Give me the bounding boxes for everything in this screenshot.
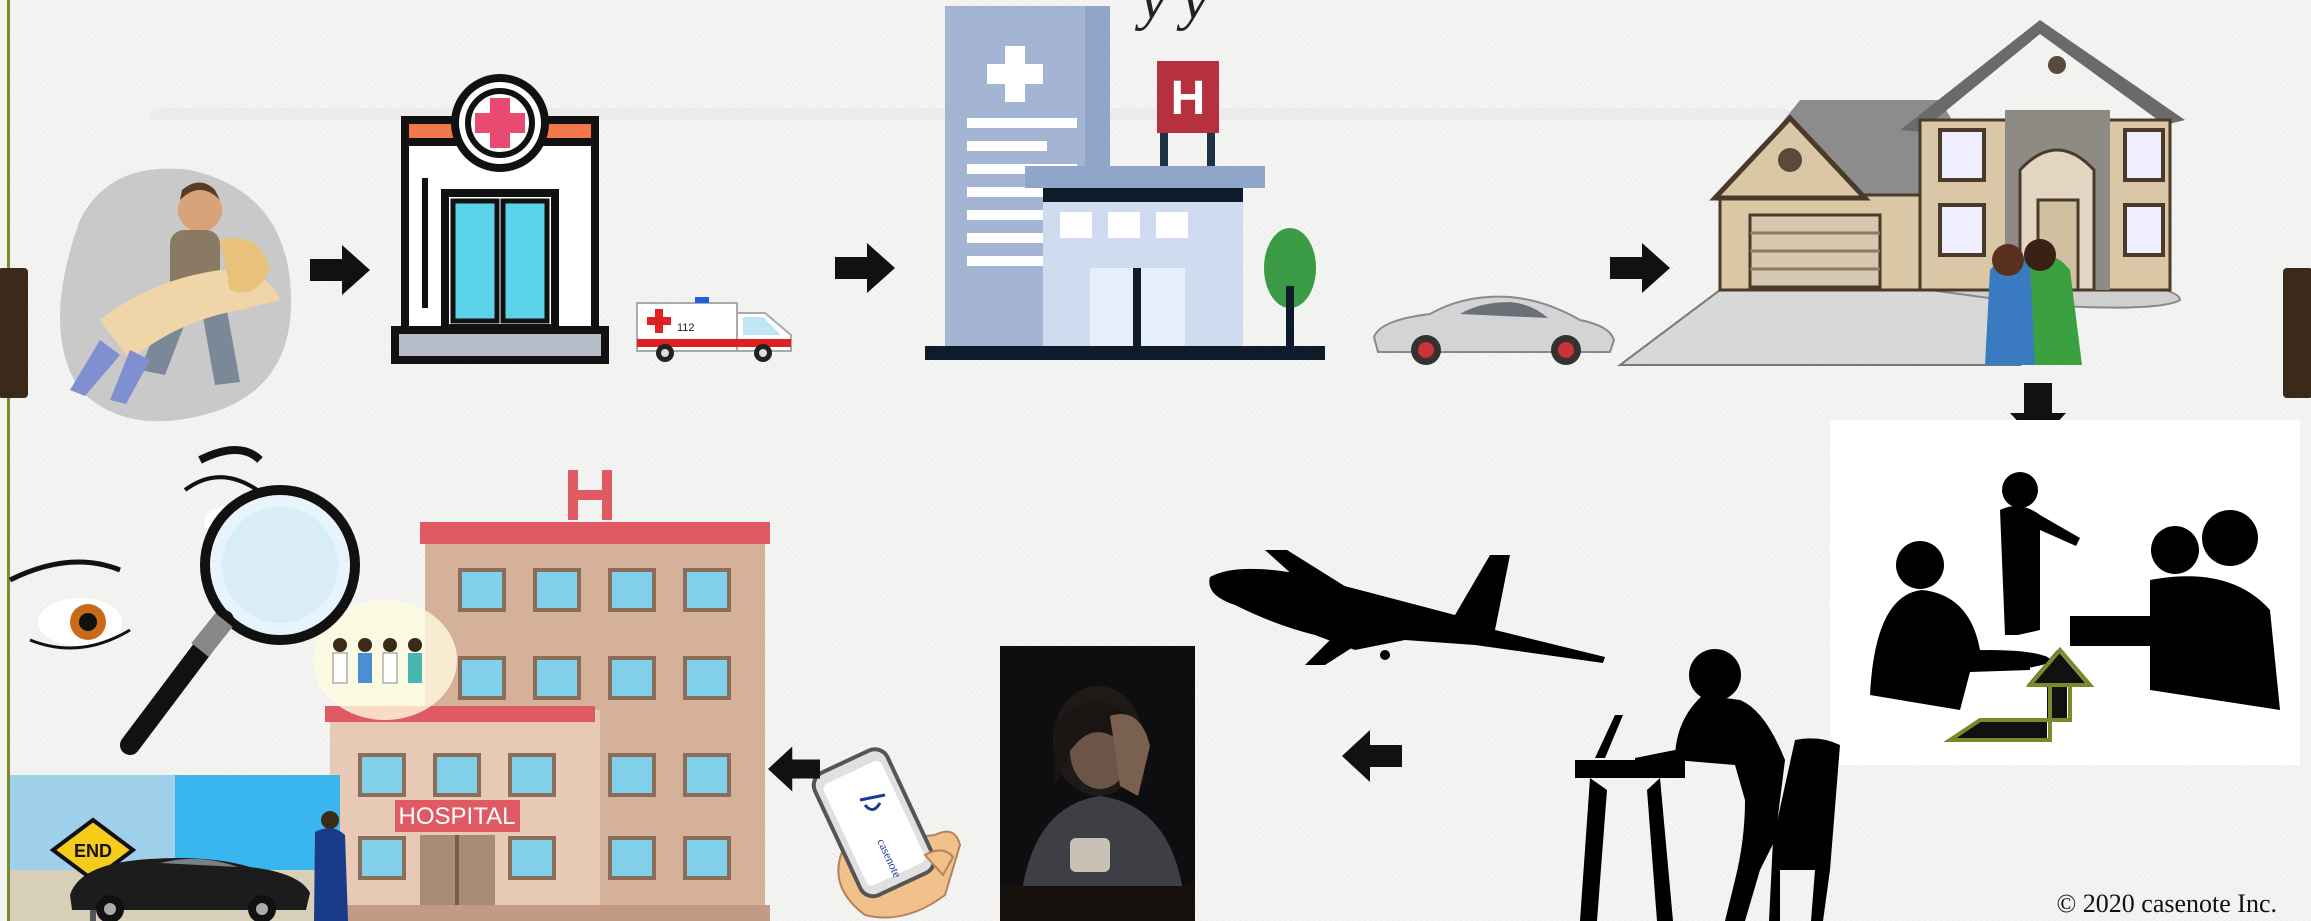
end-sign: END	[74, 841, 112, 861]
arrow-right-icon	[310, 245, 370, 295]
arrow-left-icon	[1342, 730, 1402, 782]
arrow-right-icon	[835, 243, 895, 293]
phone-in-hand-icon: casenote	[811, 747, 962, 919]
arrow-left-icon	[768, 746, 820, 792]
person-carrying-injured-icon	[60, 168, 292, 422]
business-meeting-silhouette	[1830, 420, 2300, 765]
distressed-person-photo	[1000, 646, 1195, 921]
ambulance-icon: 112	[636, 297, 792, 362]
hospital-building-with-staff: HOSPITAL	[313, 470, 770, 921]
hospital-sign: HOSPITAL	[399, 803, 516, 830]
clinic-building-icon	[391, 74, 609, 364]
ambulance-number: 112	[677, 322, 695, 334]
copyright-text: © 2020 casenote Inc.	[2056, 889, 2277, 918]
left-tab	[0, 268, 28, 398]
sports-car-icon	[1372, 295, 1616, 365]
woman-at-desk-silhouette	[1575, 649, 1840, 921]
hospital-building-icon: H	[925, 6, 1325, 360]
eyes-magnifier-icon	[8, 446, 360, 755]
h-sign: H	[1171, 72, 1206, 125]
end-sign-car-woman: END	[10, 775, 348, 921]
flow-diagram: y y 112	[0, 0, 2311, 921]
right-tab	[2283, 268, 2311, 398]
house-with-couple-icon	[1617, 20, 2185, 366]
airplane-silhouette	[1209, 550, 1605, 665]
